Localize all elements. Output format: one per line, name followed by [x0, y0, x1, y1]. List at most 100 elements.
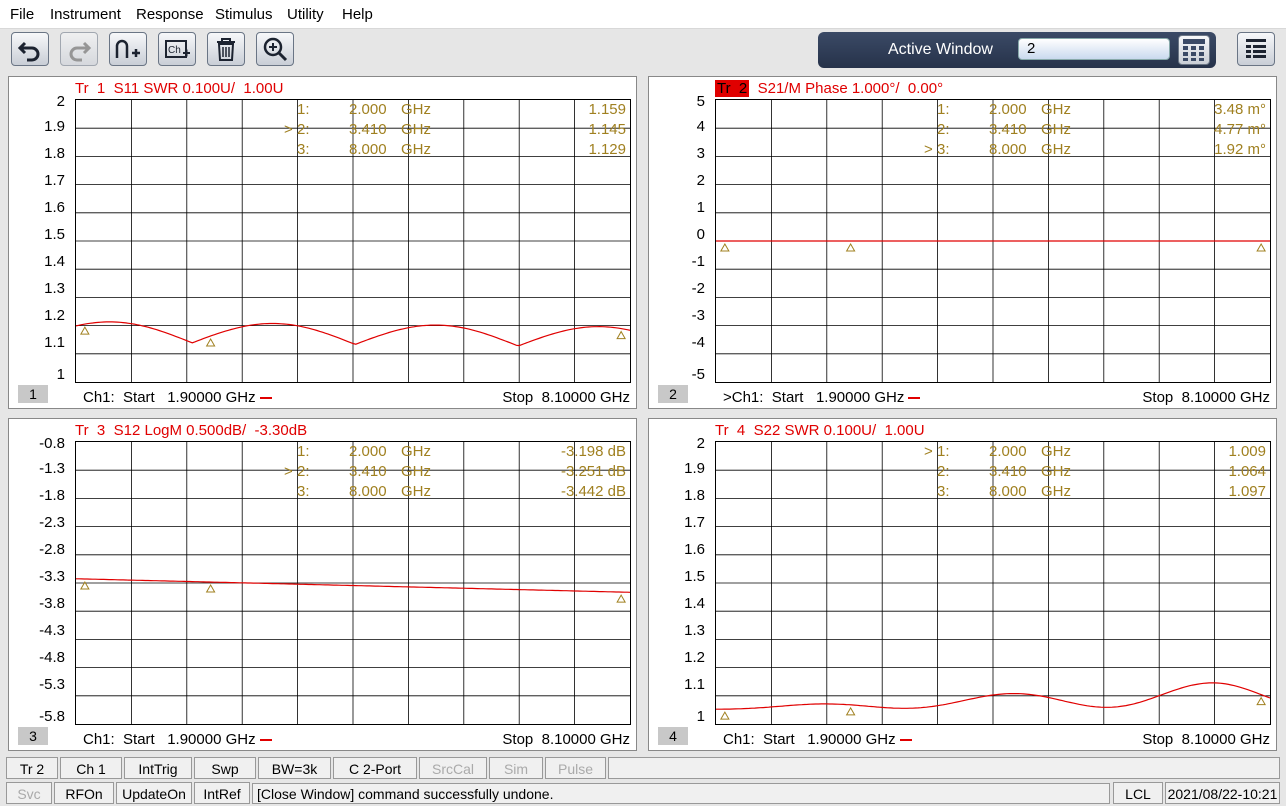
marker-value: -3.251 dB [560, 463, 626, 480]
status-bar-system: Svc RFOn UpdateOn IntRef [Close Window] … [0, 781, 1286, 806]
menu-stimulus[interactable]: Stimulus [215, 6, 273, 23]
status-intref[interactable]: IntRef [194, 782, 250, 804]
status-updateon[interactable]: UpdateOn [116, 782, 192, 804]
trace-format-label[interactable]: S12 LogM 0.500dB/ -3.30dB [105, 422, 307, 439]
channel-window-number[interactable]: 1 [18, 385, 48, 403]
marker-frequency: 3.410 [349, 463, 387, 480]
trace-number-label[interactable]: Tr 2 [715, 80, 750, 97]
trace-color-icon [259, 397, 272, 400]
y-axis-label: -4.3 [39, 621, 65, 639]
start-frequency[interactable]: >Ch1: Start 1.90000 GHz [723, 389, 921, 406]
marker-1-triangle-icon[interactable] [720, 711, 730, 720]
add-trace-button[interactable] [109, 32, 147, 66]
start-frequency[interactable]: Ch1: Start 1.90000 GHz [723, 731, 912, 748]
y-axis-label: -5.3 [39, 675, 65, 693]
marker-value: 1.145 [588, 121, 626, 138]
trace-title[interactable]: Tr 3 S12 LogM 0.500dB/ -3.30dB [75, 422, 307, 439]
status-lcl: LCL [1113, 782, 1163, 804]
zoom-button[interactable] [256, 32, 294, 66]
active-window-input[interactable]: 2 [1018, 38, 1170, 60]
status-trace[interactable]: Tr 2 [6, 757, 58, 779]
channel-window-number[interactable]: 2 [658, 385, 688, 403]
start-frequency-label: Ch1: Start 1.90000 GHz [723, 731, 896, 748]
status-channel[interactable]: Ch 1 [60, 757, 122, 779]
marker-3-triangle-icon[interactable] [1256, 696, 1266, 706]
y-axis-label: -3 [691, 306, 705, 324]
marker-2-triangle-icon[interactable] [845, 242, 856, 252]
add-channel-button[interactable]: Ch [158, 32, 196, 66]
marker-1-triangle-icon[interactable] [80, 326, 90, 335]
status-srccal: SrcCal [419, 757, 487, 779]
marker-value: 1.009 [1228, 443, 1266, 460]
status-empty [608, 757, 1280, 779]
keypad-button[interactable] [1178, 35, 1210, 65]
trace-title[interactable]: Tr 2 S21/M Phase 1.000°/ 0.00° [715, 80, 943, 97]
status-bar-channel: Tr 2 Ch 1 IntTrig Swp BW=3k C 2-Port Src… [0, 756, 1286, 780]
marker-value: 1.92 m° [1214, 141, 1266, 158]
marker-3-triangle-icon[interactable] [1256, 242, 1266, 252]
stop-frequency[interactable]: Stop 8.10000 GHz [502, 389, 630, 406]
marker-frequency: 3.410 [989, 121, 1027, 138]
y-axis-label: 1.4 [684, 594, 705, 612]
marker-unit: GHz [1041, 141, 1071, 158]
delete-button[interactable] [207, 32, 245, 66]
menu-help[interactable]: Help [342, 6, 373, 23]
marker-frequency: 3.410 [349, 121, 387, 138]
stop-frequency[interactable]: Stop 8.10000 GHz [1142, 731, 1270, 748]
menu-utility[interactable]: Utility [287, 6, 324, 23]
stop-frequency[interactable]: Stop 8.10000 GHz [502, 731, 630, 748]
y-axis-label: -2.3 [39, 513, 65, 531]
marker-number: 2: [297, 463, 310, 480]
status-rfon[interactable]: RFOn [54, 782, 114, 804]
marker-number: 2: [937, 463, 950, 480]
marker-number: 1: [297, 443, 310, 460]
marker-3-triangle-icon[interactable] [616, 594, 626, 603]
marker-2-triangle-icon[interactable] [205, 338, 216, 347]
y-axis-label: 1 [696, 708, 705, 725]
stop-frequency[interactable]: Stop 8.10000 GHz [1142, 389, 1270, 406]
y-axis-label: 1.9 [44, 117, 65, 135]
y-axis-label: 3 [696, 144, 705, 162]
marker-value: 1.129 [588, 141, 626, 158]
marker-2-triangle-icon[interactable] [845, 706, 856, 716]
status-sweep[interactable]: Swp [194, 757, 256, 779]
y-axis-label: -3.8 [39, 594, 65, 612]
marker-value: -3.442 dB [560, 483, 626, 500]
marker-frequency: 8.000 [989, 141, 1027, 158]
trace-format-label[interactable]: S11 SWR 0.100U/ 1.00U [105, 80, 284, 97]
status-calibration[interactable]: C 2-Port [333, 757, 417, 779]
start-frequency[interactable]: Ch1: Start 1.90000 GHz [83, 731, 272, 748]
trace-window-4[interactable]: Tr 4 S22 SWR 0.100U/ 1.00U 2 1.9 1.8 1.7 1.6 1… [648, 418, 1277, 751]
status-bandwidth[interactable]: BW=3k [258, 757, 331, 779]
trace-title[interactable]: Tr 1 S11 SWR 0.100U/ 1.00U [75, 80, 283, 97]
trace-title[interactable]: Tr 4 S22 SWR 0.100U/ 1.00U [715, 422, 925, 439]
trace-window-1[interactable]: Tr 1 S11 SWR 0.100U/ 1.00U 2 1.9 1.8 1.7 1.6 1… [8, 76, 637, 409]
y-axis-label: 1.8 [684, 486, 705, 504]
undo-button[interactable] [11, 32, 49, 66]
trace-window-3[interactable]: Tr 3 S12 LogM 0.500dB/ -3.30dB -0.8 -1.3 -1… [8, 418, 637, 751]
channel-window-number[interactable]: 4 [658, 727, 688, 745]
y-axis-label: 2 [696, 435, 705, 452]
menu-instrument[interactable]: Instrument [50, 6, 121, 23]
menu-panel-button[interactable] [1237, 32, 1275, 66]
marker-2-triangle-icon[interactable] [205, 584, 216, 593]
trace-number-label[interactable]: Tr 1 [75, 80, 105, 97]
trace-window-2[interactable]: Tr 2 S21/M Phase 1.000°/ 0.00° 5 4 3 2 1 0 -1 -2… [648, 76, 1277, 409]
trace-format-label[interactable]: S21/M Phase 1.000°/ 0.00° [749, 80, 943, 97]
channel-window-number[interactable]: 3 [18, 727, 48, 745]
status-trigger[interactable]: IntTrig [124, 757, 192, 779]
redo-button[interactable] [60, 32, 98, 66]
start-frequency[interactable]: Ch1: Start 1.90000 GHz [83, 389, 272, 406]
marker-value: 4.77 m° [1214, 121, 1266, 138]
y-axis-label: -2.8 [39, 540, 65, 558]
marker-3-triangle-icon[interactable] [616, 330, 626, 340]
menu-file[interactable]: File [10, 6, 34, 23]
marker-1-triangle-icon[interactable] [720, 242, 730, 252]
y-axis-label: 0 [696, 225, 705, 243]
trace-number-label[interactable]: Tr 3 [75, 422, 105, 439]
marker-unit: GHz [1041, 483, 1071, 500]
marker-number: 1: [937, 101, 950, 118]
trace-number-label[interactable]: Tr 4 [715, 422, 745, 439]
trace-format-label[interactable]: S22 SWR 0.100U/ 1.00U [745, 422, 925, 439]
menu-response[interactable]: Response [136, 6, 204, 23]
